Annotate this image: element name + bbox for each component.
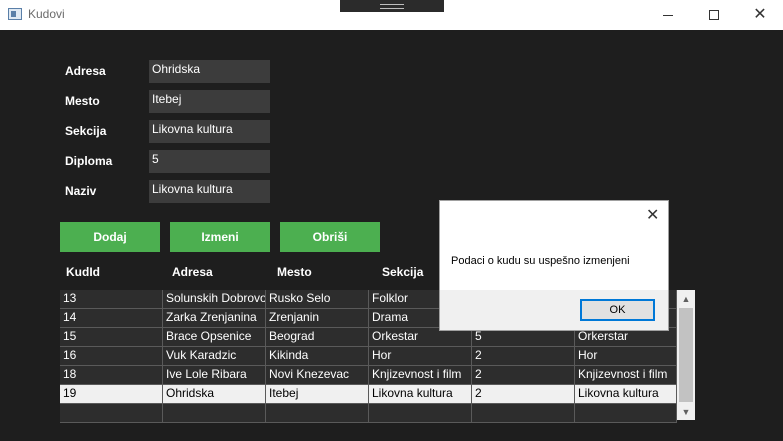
sekcija-field[interactable]: Likovna kultura	[149, 120, 270, 143]
table-cell[interactable]: 2	[472, 385, 575, 404]
label-sekcija: Sekcija	[65, 124, 107, 138]
table-cell[interactable]: Zrenjanin	[266, 309, 369, 328]
table-cell[interactable]: 13	[60, 290, 163, 309]
table-cell[interactable]: Ive Lole Ribara	[163, 366, 266, 385]
table-cell[interactable]	[163, 404, 266, 423]
table-cell[interactable]: 15	[60, 328, 163, 347]
obrisi-button[interactable]: Obriši	[280, 222, 380, 252]
dialog-message: Podaci o kudu su uspešno izmenjeni	[451, 255, 630, 267]
mesto-field[interactable]: Itebej	[149, 90, 270, 113]
table-cell[interactable]: Hor	[575, 347, 677, 366]
label-mesto: Mesto	[65, 94, 100, 108]
table-cell[interactable]: Likovna kultura	[575, 385, 677, 404]
table-cell[interactable]: Vuk Karadzic	[163, 347, 266, 366]
ok-button[interactable]: OK	[580, 299, 655, 321]
maximize-button[interactable]	[691, 0, 737, 30]
chevron-up-icon[interactable]: ▲	[677, 290, 695, 307]
column-header-sekcija[interactable]: Sekcija	[382, 265, 423, 279]
diploma-field[interactable]: 5	[149, 150, 270, 173]
table-row-new[interactable]	[60, 404, 677, 423]
table-cell[interactable]	[369, 404, 472, 423]
column-header-mesto[interactable]: Mesto	[277, 265, 312, 279]
table-cell[interactable]: 16	[60, 347, 163, 366]
table-cell[interactable]: 2	[472, 347, 575, 366]
table-cell[interactable]: Kikinda	[266, 347, 369, 366]
table-cell[interactable]	[472, 404, 575, 423]
column-header-adresa[interactable]: Adresa	[172, 265, 213, 279]
table-cell[interactable]	[60, 404, 163, 423]
close-icon: ✕	[753, 6, 767, 23]
table-cell[interactable]: 18	[60, 366, 163, 385]
dodaj-button[interactable]: Dodaj	[60, 222, 160, 252]
scrollbar-thumb[interactable]	[679, 308, 693, 402]
table-cell[interactable]	[575, 404, 677, 423]
vertical-scrollbar[interactable]: ▲ ▼	[677, 290, 695, 420]
app-window-icon	[8, 8, 22, 20]
adresa-field[interactable]: Ohridska	[149, 60, 270, 83]
close-window-button[interactable]: ✕	[737, 0, 783, 30]
table-cell[interactable]: Ohridska	[163, 385, 266, 404]
table-cell[interactable]: Zarka Zrenjanina	[163, 309, 266, 328]
message-dialog: ✕ Podaci o kudu su uspešno izmenjeni OK	[439, 200, 669, 331]
table-cell[interactable]: Hor	[369, 347, 472, 366]
table-cell[interactable]: Knjizevnost i film	[575, 366, 677, 385]
table-cell[interactable]: Solunskih Dobrovo	[163, 290, 266, 309]
table-cell[interactable]: Knjizevnost i film	[369, 366, 472, 385]
table-cell[interactable]: Itebej	[266, 385, 369, 404]
table-row[interactable]: 18 Ive Lole Ribara Novi Knezevac Knjizev…	[60, 366, 677, 385]
table-row-selected[interactable]: 19 Ohridska Itebej Likovna kultura 2 Lik…	[60, 385, 677, 404]
close-icon[interactable]: ✕	[646, 205, 659, 225]
window-title: Kudovi	[28, 7, 65, 21]
label-diploma: Diploma	[65, 154, 113, 168]
snap-handle[interactable]	[340, 0, 444, 12]
chevron-down-icon[interactable]: ▼	[677, 403, 695, 420]
table-cell[interactable]: Beograd	[266, 328, 369, 347]
table-cell[interactable]: 19	[60, 385, 163, 404]
naziv-field[interactable]: Likovna kultura	[149, 180, 270, 203]
minimize-icon	[663, 14, 673, 16]
table-cell[interactable]: 14	[60, 309, 163, 328]
column-header-kudid[interactable]: KudId	[66, 265, 100, 279]
maximize-icon	[709, 10, 719, 20]
izmeni-button[interactable]: Izmeni	[170, 222, 270, 252]
title-bar: Kudovi ✕	[0, 0, 783, 30]
minimize-button[interactable]	[645, 0, 691, 30]
table-cell[interactable]	[266, 404, 369, 423]
label-adresa: Adresa	[65, 64, 106, 78]
table-cell[interactable]: Likovna kultura	[369, 385, 472, 404]
table-cell[interactable]: Rusko Selo	[266, 290, 369, 309]
table-row[interactable]: 16 Vuk Karadzic Kikinda Hor 2 Hor	[60, 347, 677, 366]
label-naziv: Naziv	[65, 184, 97, 198]
table-cell[interactable]: Brace Opsenice	[163, 328, 266, 347]
table-cell[interactable]: Novi Knezevac	[266, 366, 369, 385]
table-cell[interactable]: 2	[472, 366, 575, 385]
